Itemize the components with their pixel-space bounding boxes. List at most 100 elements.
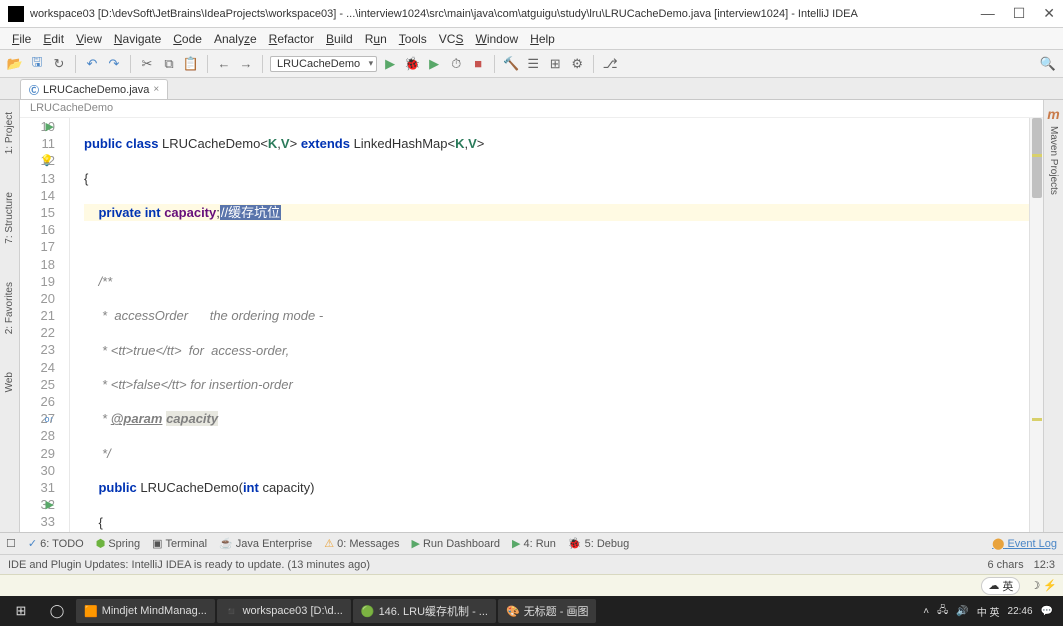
status-message[interactable]: IDE and Plugin Updates: IntelliJ IDEA is… <box>8 559 988 571</box>
close-button[interactable]: ✕ <box>1043 5 1055 22</box>
task-search-icon[interactable]: ◯ <box>40 598 74 624</box>
left-toolwindow-bar: 1: Project 7: Structure 2: Favorites Web <box>0 100 20 532</box>
search-icon[interactable]: 🔍 <box>1039 55 1057 73</box>
tray-net-icon[interactable]: 🖧 <box>937 603 948 620</box>
undo-icon[interactable]: ↶ <box>83 55 101 73</box>
sidebar-structure[interactable]: 7: Structure <box>2 188 17 248</box>
ime-bar: ☁ 英 ☽ ⚡ <box>0 574 1063 596</box>
debug-icon[interactable]: 🐞 <box>403 55 421 73</box>
menu-vcs[interactable]: VCS <box>433 32 470 46</box>
save-icon[interactable]: 🖫 <box>28 55 46 73</box>
menu-build[interactable]: Build <box>320 32 359 46</box>
ime-indicator[interactable]: ☁ 英 <box>981 577 1020 595</box>
tab-lrucachedemo[interactable]: Ⓒ LRUCacheDemo.java × <box>20 79 168 99</box>
coverage-icon[interactable]: ▶ <box>425 55 443 73</box>
forward-icon[interactable]: → <box>237 55 255 73</box>
editor-tabs: Ⓒ LRUCacheDemo.java × <box>0 78 1063 100</box>
profile-icon[interactable]: ⏱ <box>447 55 465 73</box>
open-icon[interactable]: 📂 <box>6 55 24 73</box>
editor: LRUCacheDemo 10▶ 11 12💡 1314151617181920… <box>20 100 1043 532</box>
editor-area: 1: Project 7: Structure 2: Favorites Web… <box>0 100 1063 532</box>
settings-icon[interactable]: ⚙ <box>568 55 586 73</box>
menu-file[interactable]: File <box>6 32 37 46</box>
gutter[interactable]: 10▶ 11 12💡 1314151617181920212223242526 … <box>20 118 70 532</box>
build-icon[interactable]: 🔨 <box>502 55 520 73</box>
tab-label: LRUCacheDemo.java <box>43 84 149 96</box>
menu-run[interactable]: Run <box>359 32 393 46</box>
tray-lang[interactable]: 中 英 <box>977 604 1000 619</box>
toolbar: 📂 🖫 ↻ ↶ ↷ ✂ ⧉ 📋 ← → LRUCacheDemo ▶ 🐞 ▶ ⏱… <box>0 50 1063 78</box>
bottom-toolwindow-bar: ☐ ✓6: TODO ⬢Spring ▣Terminal ☕Java Enter… <box>0 532 1063 554</box>
maximize-button[interactable]: ☐ <box>1013 5 1026 22</box>
sidebar-favorites[interactable]: 2: Favorites <box>2 278 17 338</box>
system-tray[interactable]: ˄ 🖧 🔊 中 英 22:46 💬 <box>923 603 1059 620</box>
editor-scrollbar[interactable] <box>1029 118 1043 532</box>
status-chars: 6 chars <box>988 559 1024 571</box>
run-gutter-icon[interactable]: ▶ <box>46 497 54 514</box>
tab-java-enterprise[interactable]: ☕Java Enterprise <box>219 537 312 550</box>
scroll-thumb[interactable] <box>1032 118 1042 198</box>
code-area[interactable]: 10▶ 11 12💡 1314151617181920212223242526 … <box>20 118 1043 532</box>
taskbar: ⊞ ◯ 🟧 Mindjet MindManag... ◾ workspace03… <box>0 596 1063 626</box>
menu-refactor[interactable]: Refactor <box>263 32 320 46</box>
code-text[interactable]: public class LRUCacheDemo<K,V> extends L… <box>70 118 1029 532</box>
tab-run-dashboard[interactable]: ▶Run Dashboard <box>411 537 500 550</box>
tray-notif-icon[interactable]: 💬 <box>1041 606 1053 617</box>
menu-code[interactable]: Code <box>167 32 208 46</box>
tab-run[interactable]: ▶4: Run <box>512 537 556 550</box>
tray-time[interactable]: 22:46 <box>1008 606 1033 617</box>
app-icon <box>8 6 24 22</box>
menu-analyze[interactable]: Analyze <box>208 32 263 46</box>
toolwindow-toggle-icon[interactable]: ☐ <box>6 537 16 550</box>
redo-icon[interactable]: ↷ <box>105 55 123 73</box>
menu-edit[interactable]: Edit <box>37 32 70 46</box>
menu-window[interactable]: Window <box>469 32 524 46</box>
override-gutter-icon[interactable]: o↑ <box>44 411 54 428</box>
maven-icon: m <box>1047 106 1059 122</box>
tab-close-icon[interactable]: × <box>153 84 159 95</box>
breadcrumb[interactable]: LRUCacheDemo <box>20 100 1043 118</box>
task-browser[interactable]: 🟢 146. LRU缓存机制 - ... <box>353 599 496 623</box>
sidebar-maven[interactable]: Maven Projects <box>1046 122 1061 199</box>
tab-messages[interactable]: ⚠0: Messages <box>324 537 399 550</box>
menu-navigate[interactable]: Navigate <box>108 32 167 46</box>
sidebar-web[interactable]: Web <box>2 368 17 396</box>
menu-tools[interactable]: Tools <box>393 32 433 46</box>
run-icon[interactable]: ▶ <box>381 55 399 73</box>
cut-icon[interactable]: ✂ <box>138 55 156 73</box>
tray-vol-icon[interactable]: 🔊 <box>956 606 968 617</box>
event-log-link[interactable]: ⬤ Event Log <box>992 537 1057 550</box>
menubar: File Edit View Navigate Code Analyze Ref… <box>0 28 1063 50</box>
titlebar: workspace03 [D:\devSoft\JetBrains\IdeaPr… <box>0 0 1063 28</box>
paste-icon[interactable]: 📋 <box>182 55 200 73</box>
run-config-combo[interactable]: LRUCacheDemo <box>270 56 377 72</box>
right-toolwindow-bar: m Maven Projects <box>1043 100 1063 532</box>
status-caret-pos[interactable]: 12:3 <box>1034 559 1055 571</box>
stop-icon[interactable]: ■ <box>469 55 487 73</box>
tab-debug[interactable]: 🐞5: Debug <box>568 537 629 550</box>
back-icon[interactable]: ← <box>215 55 233 73</box>
bulb-icon[interactable]: 💡 <box>40 153 54 170</box>
vcs-icon[interactable]: ⎇ <box>601 55 619 73</box>
refresh-icon[interactable]: ↻ <box>50 55 68 73</box>
structure-icon[interactable]: ☰ <box>524 55 542 73</box>
start-button[interactable]: ⊞ <box>4 598 38 624</box>
java-file-icon: Ⓒ <box>29 82 39 97</box>
task-paint[interactable]: 🎨 无标题 - 画图 <box>498 599 596 623</box>
ime-icons[interactable]: ☽ ⚡ <box>1030 579 1057 592</box>
window-title: workspace03 [D:\devSoft\JetBrains\IdeaPr… <box>30 8 981 20</box>
menu-help[interactable]: Help <box>524 32 561 46</box>
menu-view[interactable]: View <box>70 32 108 46</box>
task-intellij[interactable]: ◾ workspace03 [D:\d... <box>217 599 351 623</box>
copy-icon[interactable]: ⧉ <box>160 55 178 73</box>
sidebar-project[interactable]: 1: Project <box>2 108 17 158</box>
tab-todo[interactable]: ✓6: TODO <box>28 537 84 550</box>
tab-spring[interactable]: ⬢Spring <box>96 537 140 550</box>
run-gutter-icon[interactable]: ▶ <box>46 119 54 136</box>
task-mindjet[interactable]: 🟧 Mindjet MindManag... <box>76 599 215 623</box>
tray-up-icon[interactable]: ˄ <box>923 606 929 617</box>
tab-terminal[interactable]: ▣Terminal <box>152 537 207 550</box>
layout-icon[interactable]: ⊞ <box>546 55 564 73</box>
status-bar: IDE and Plugin Updates: IntelliJ IDEA is… <box>0 554 1063 574</box>
minimize-button[interactable]: ― <box>981 5 995 22</box>
